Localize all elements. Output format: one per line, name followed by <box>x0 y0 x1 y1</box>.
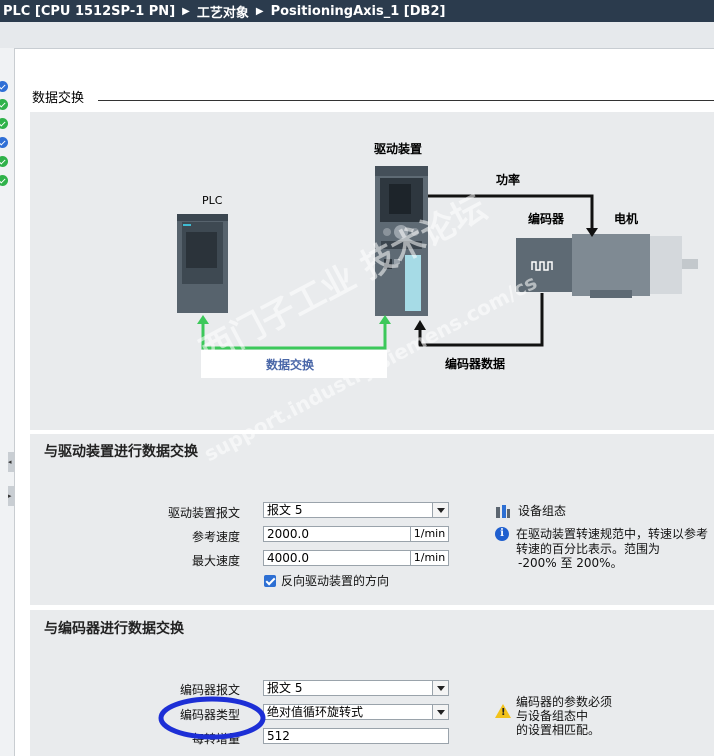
info-icon: i <box>495 527 509 541</box>
max-speed-input[interactable]: 4000.0 1/min <box>263 550 449 566</box>
max-speed-value: 4000.0 <box>267 551 309 565</box>
chevron-down-icon[interactable] <box>432 681 448 695</box>
ref-speed-input[interactable]: 2000.0 1/min <box>263 526 449 542</box>
data-exchange-arrow-icon <box>197 315 209 324</box>
toolbar <box>0 22 714 49</box>
data-exchange-arrow-icon <box>379 315 391 324</box>
warning-mark: ! <box>501 707 506 718</box>
ref-speed-value: 2000.0 <box>267 527 309 541</box>
data-exchange-line <box>201 322 387 350</box>
info-line-2: 转速的百分比表示。范围为 <box>516 542 661 556</box>
device-config-link[interactable]: 设备组态 <box>518 504 566 519</box>
drive-device-icon <box>375 166 428 316</box>
drive-telegram-value: 报文 5 <box>267 503 303 517</box>
diagram-panel: PLC 驱动装置 功率 编码器 电机 数据交换 编码器数据 <box>30 112 714 430</box>
breadcrumb-level3[interactable]: PositioningAxis_1 [DB2] <box>271 4 446 19</box>
device-config-icon[interactable] <box>495 505 511 519</box>
encoder-telegram-label: 编码器报文 <box>179 683 240 697</box>
power-label: 功率 <box>496 172 520 187</box>
info-line-1: 在驱动装置转速规范中，转速以参考 <box>516 527 709 541</box>
plc-device-icon <box>177 214 228 313</box>
encoder-type-value: 绝对值循环旋转式 <box>267 705 364 719</box>
breadcrumb: PLC [CPU 1512SP-1 PN] ▶ 工艺对象 ▶ Positioni… <box>0 0 714 22</box>
motor-icon <box>516 234 698 298</box>
status-ok-icon <box>0 156 8 167</box>
status-ok-icon <box>0 118 8 129</box>
section-title: 数据交换 <box>32 91 85 106</box>
breadcrumb-separator-icon: ▶ <box>182 5 190 17</box>
data-exchange-diagram: PLC 驱动装置 功率 编码器 电机 数据交换 编码器数据 <box>177 141 698 378</box>
status-ok-icon <box>0 81 8 92</box>
encoder-telegram-select[interactable]: 报文 5 <box>263 680 449 696</box>
drive-telegram-label: 驱动装置报文 <box>167 506 240 520</box>
status-ok-icon <box>0 137 8 148</box>
power-line <box>428 194 594 230</box>
warning-line-3: 的设置相匹配。 <box>516 723 601 737</box>
encoder-label: 编码器 <box>527 211 565 226</box>
ref-speed-label: 参考速度 <box>191 530 240 544</box>
steps-per-rev-input[interactable]: 512 <box>263 728 449 744</box>
data-exchange-label: 数据交换 <box>266 357 315 372</box>
breadcrumb-level2[interactable]: 工艺对象 <box>197 2 249 21</box>
chevron-down-icon[interactable] <box>432 705 448 719</box>
steps-per-rev-label: 每转增量 <box>191 732 240 746</box>
warning-line-1: 编码器的参数必须 <box>516 695 613 709</box>
status-ok-icon <box>0 99 8 110</box>
encoder-type-select[interactable]: 绝对值循环旋转式 <box>263 704 449 720</box>
checkmark-icon <box>265 575 276 586</box>
encoder-data-label: 编码器数据 <box>444 356 505 371</box>
warning-line-2: 与设备组态中 <box>516 709 589 723</box>
invert-direction-label: 反向驱动装置的方向 <box>281 574 390 588</box>
encoder-data-line <box>418 293 544 347</box>
max-speed-label: 最大速度 <box>191 554 240 568</box>
drive-label: 驱动装置 <box>374 141 422 156</box>
drive-telegram-select[interactable]: 报文 5 <box>263 502 449 518</box>
expand-right-icon[interactable]: ▸ <box>8 486 14 506</box>
navigation-strip: ◂ ▸ <box>0 48 15 756</box>
invert-direction-checkbox[interactable] <box>264 575 276 587</box>
breadcrumb-root[interactable]: PLC [CPU 1512SP-1 PN] <box>3 4 175 19</box>
drive-exchange-title: 与驱动装置进行数据交换 <box>44 444 198 460</box>
chevron-down-icon[interactable] <box>432 503 448 517</box>
steps-per-rev-value: 512 <box>267 729 290 743</box>
encoder-exchange-panel: 与编码器进行数据交换 编码器报文 报文 5 编码器类型 绝对值循环旋转式 每转增… <box>30 610 714 756</box>
info-line-3: -200% 至 200%。 <box>518 556 623 570</box>
plc-label: PLC <box>202 194 223 207</box>
encoder-telegram-value: 报文 5 <box>267 681 303 695</box>
drive-exchange-panel: 与驱动装置进行数据交换 驱动装置报文 报文 5 参考速度 2000.0 1/mi… <box>30 434 714 605</box>
encoder-type-label: 编码器类型 <box>179 708 240 722</box>
ref-speed-unit: 1/min <box>410 527 448 541</box>
max-speed-unit: 1/min <box>410 551 448 565</box>
collapse-left-icon[interactable]: ◂ <box>8 452 14 472</box>
encoder-data-arrow-icon <box>414 320 426 330</box>
status-ok-icon <box>0 175 8 186</box>
encoder-exchange-title: 与编码器进行数据交换 <box>44 621 184 637</box>
section-divider <box>98 100 714 101</box>
breadcrumb-separator-icon: ▶ <box>255 5 264 17</box>
motor-label: 电机 <box>614 211 638 226</box>
